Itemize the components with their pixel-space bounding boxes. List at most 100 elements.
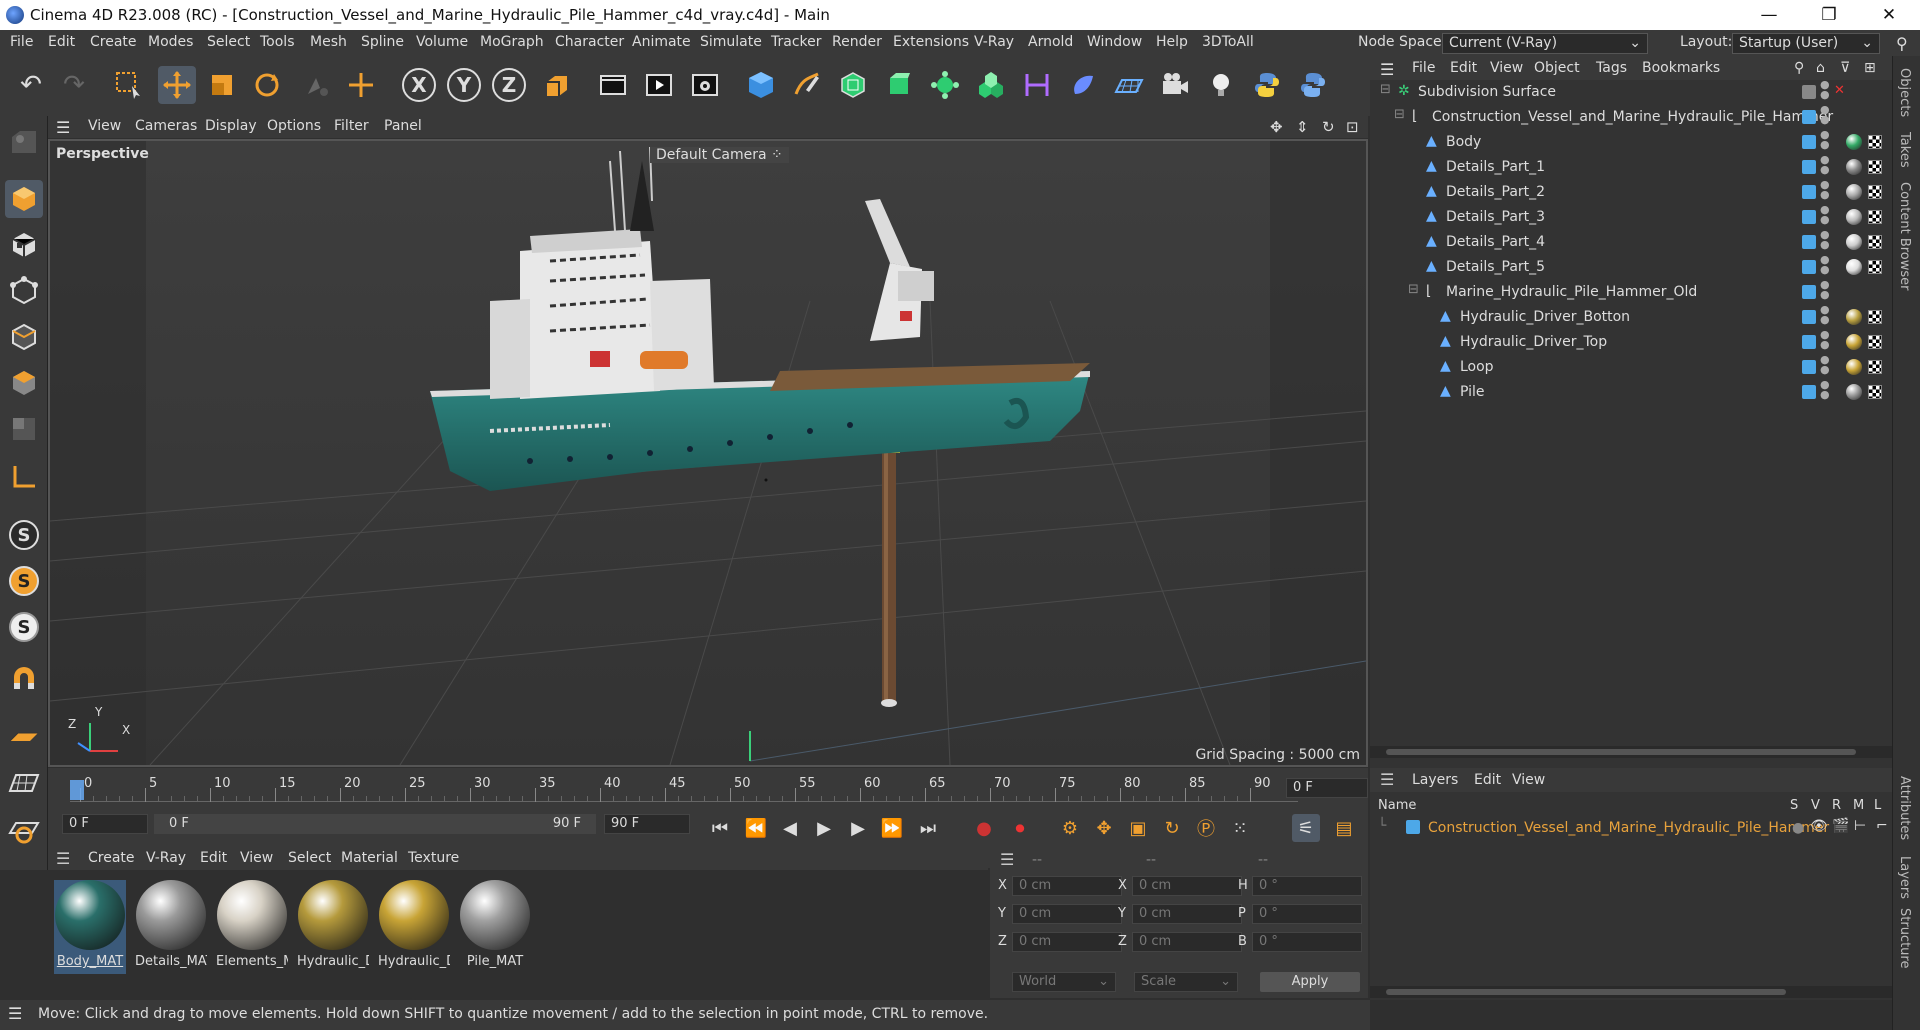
next-frame-icon[interactable]: ▶ <box>844 814 872 842</box>
current-frame-field[interactable]: 0 F <box>1286 778 1368 798</box>
viewport-menu-filter[interactable]: Filter <box>334 118 369 134</box>
snap-settings-icon[interactable]: S <box>5 562 43 600</box>
menu-create[interactable]: Create <box>90 34 137 50</box>
layer-color-icon[interactable] <box>1802 110 1816 124</box>
y-axis-lock-icon[interactable]: Y <box>445 66 483 104</box>
object-row[interactable]: ▲ Details_Part_2 ● ● <box>1370 179 1892 205</box>
scrollbar-thumb[interactable] <box>1386 989 1786 995</box>
texture-tag-icon[interactable] <box>1868 210 1882 224</box>
visibility-dots-icon[interactable]: ● ● <box>1820 129 1830 150</box>
timeline-ruler[interactable]: 0 5 10 15 20 25 30 35 40 45 50 55 60 65 70 75 80 85 90 <box>70 776 1298 802</box>
coord-value-field[interactable]: 0 ° <box>1252 932 1362 952</box>
material-swatch[interactable]: Body_MAT <box>54 880 126 974</box>
visibility-dots-icon[interactable]: ● ● <box>1820 304 1830 325</box>
visibility-dots-icon[interactable]: ● ● <box>1820 79 1830 100</box>
move-view-icon[interactable]: ✥ <box>1270 118 1283 136</box>
render-picture-viewer-icon[interactable] <box>640 66 678 104</box>
coord-value-field[interactable]: 0 cm <box>1132 904 1242 924</box>
end-frame-field[interactable]: 90 F <box>604 814 690 834</box>
menu-extensions[interactable]: Extensions <box>893 34 969 50</box>
object-row[interactable]: ▲ Pile ● ● <box>1370 379 1892 405</box>
previous-frame-icon[interactable]: ◀ <box>776 814 804 842</box>
menu-vray[interactable]: V-Ray <box>974 34 1014 50</box>
mat-menu-view[interactable]: View <box>240 850 273 866</box>
menu-window[interactable]: Window <box>1087 34 1142 50</box>
coord-mode-select[interactable]: World ⌄ <box>1012 972 1116 992</box>
texture-mode-icon[interactable] <box>5 226 43 264</box>
material-swatch[interactable]: Pile_MAT <box>459 880 531 974</box>
material-tag-icon[interactable] <box>1846 384 1862 400</box>
obj-menu-file[interactable]: File <box>1412 60 1435 76</box>
obj-menu-edit[interactable]: Edit <box>1450 60 1477 76</box>
visibility-dots-icon[interactable]: ● ● <box>1820 154 1830 175</box>
layer-color-icon[interactable] <box>1802 235 1816 249</box>
object-row[interactable]: ⊟ ✲ Subdivision Surface ● ● ✕ <box>1370 79 1892 105</box>
visibility-dots-icon[interactable]: ● ● <box>1820 254 1830 275</box>
material-tag-icon[interactable] <box>1846 334 1862 350</box>
obj-menu-object[interactable]: Object <box>1534 60 1580 76</box>
tab-takes[interactable]: Takes <box>1897 132 1912 168</box>
object-row[interactable]: ⊟ ⌊ Marine_Hydraulic_Pile_Hammer_Old ● ● <box>1370 279 1892 305</box>
menu-volume[interactable]: Volume <box>416 34 468 50</box>
texture-tag-icon[interactable] <box>1868 335 1882 349</box>
z-axis-lock-icon[interactable]: Z <box>490 66 528 104</box>
render-settings-icon[interactable] <box>686 66 724 104</box>
object-row[interactable]: ▲ Details_Part_5 ● ● <box>1370 254 1892 280</box>
mat-menu-select[interactable]: Select <box>288 850 331 866</box>
keyframe-selection-icon[interactable]: ⚙ <box>1056 814 1084 842</box>
object-row[interactable]: ▲ Details_Part_1 ● ● <box>1370 154 1892 180</box>
snap-icon[interactable]: S <box>5 516 43 554</box>
extrude-icon[interactable] <box>880 66 918 104</box>
search-icon[interactable]: ⚲ <box>1794 60 1804 76</box>
menu-simulate[interactable]: Simulate <box>700 34 762 50</box>
texture-tag-icon[interactable] <box>1868 235 1882 249</box>
texture-tag-icon[interactable] <box>1868 160 1882 174</box>
material-tag-icon[interactable] <box>1846 359 1862 375</box>
menu-arnold[interactable]: Arnold <box>1028 34 1073 50</box>
uv-mode-icon[interactable] <box>5 410 43 448</box>
material-tag-icon[interactable] <box>1846 259 1862 275</box>
layer-menu-view[interactable]: View <box>1512 772 1545 788</box>
key-position-icon[interactable]: ✥ <box>1090 814 1118 842</box>
hamburger-icon[interactable]: ☰ <box>1000 850 1014 869</box>
mat-menu-create[interactable]: Create <box>88 850 135 866</box>
playhead[interactable] <box>70 780 84 800</box>
layer-color-icon[interactable] <box>1802 210 1816 224</box>
material-tag-icon[interactable] <box>1846 134 1862 150</box>
voronoi-fracture-icon[interactable] <box>972 66 1010 104</box>
layer-color-icon[interactable] <box>1802 160 1816 174</box>
cloner-icon[interactable] <box>926 66 964 104</box>
live-selection-icon[interactable] <box>110 66 148 104</box>
coord-value-field[interactable]: 0 cm <box>1012 904 1122 924</box>
snap-mode-icon[interactable]: S <box>5 608 43 646</box>
key-scale-icon[interactable]: ▣ <box>1124 814 1152 842</box>
magnet-icon[interactable] <box>5 664 43 702</box>
make-editable-icon[interactable] <box>5 122 43 160</box>
material-swatch[interactable]: Hydraulic_D <box>378 880 450 974</box>
scrollbar-thumb[interactable] <box>1386 749 1856 755</box>
python-script-icon[interactable] <box>1248 66 1286 104</box>
auto-keying-icon[interactable]: ⏺ <box>1006 814 1034 842</box>
menu-3dtoall[interactable]: 3DToAll <box>1202 34 1254 50</box>
layer-row[interactable]: └ Construction_Vessel_and_Marine_Hydraul… <box>1370 816 1892 840</box>
layer-name[interactable]: Construction_Vessel_and_Marine_Hydraulic… <box>1428 820 1829 836</box>
visibility-dots-icon[interactable]: ● ● <box>1820 229 1830 250</box>
mat-menu-vray[interactable]: V-Ray <box>146 850 186 866</box>
hamburger-icon[interactable]: ☰ <box>8 1004 22 1023</box>
next-key-icon[interactable]: ⏩ <box>878 814 906 842</box>
horizontal-scrollbar[interactable] <box>1370 746 1892 758</box>
close-button[interactable]: ✕ <box>1866 2 1912 28</box>
visibility-dots-icon[interactable]: ● ● <box>1820 329 1830 350</box>
menu-help[interactable]: Help <box>1156 34 1188 50</box>
lock-icon[interactable]: ⌐ <box>1876 818 1888 834</box>
tab-content-browser[interactable]: Content Browser <box>1897 182 1912 291</box>
object-row[interactable]: ▲ Body ● ● <box>1370 129 1892 155</box>
coord-type-select[interactable]: Scale ⌄ <box>1134 972 1238 992</box>
polygon-mode-icon[interactable] <box>5 364 43 402</box>
record-icon[interactable]: ● <box>970 814 998 842</box>
coord-value-field[interactable]: 0 cm <box>1012 876 1122 896</box>
rotate-tool-icon[interactable] <box>248 66 286 104</box>
menu-edit[interactable]: Edit <box>48 34 75 50</box>
tab-objects[interactable]: Objects <box>1897 68 1912 117</box>
manager-icon[interactable]: ⊢ <box>1854 818 1866 834</box>
